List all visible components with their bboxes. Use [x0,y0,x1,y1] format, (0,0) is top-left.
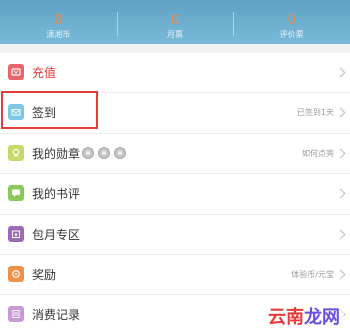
menu-label: 奖励 [32,267,57,282]
watermark-logo: 云南龙网 [264,303,344,329]
menu-label: 我的勋章 [32,146,81,161]
medal-badge-icon [82,146,94,159]
chat-icon [8,185,24,202]
signin-status: 已签到1天 [296,108,334,118]
stat-value: 0 [287,13,296,28]
medal-badges [82,146,126,159]
stat-label: 评价票 [279,30,304,39]
menu-item-medals[interactable]: 我的勋章 如何点亮 [0,134,350,175]
signin-highlight-box [1,91,98,129]
menu-item-rewards[interactable]: 奖励 体验币/元宝 [0,255,350,296]
chevron-right-icon [335,229,346,240]
stat-value: 0 [54,13,63,28]
stat-xiaoxiang-coins[interactable]: 0 潇湘币 [0,0,117,44]
chevron-right-icon [335,148,346,159]
wallet-icon [8,64,24,80]
menu-item-reviews[interactable]: 我的书评 [0,174,350,215]
menu-item-monthly[interactable]: 包月专区 [0,215,350,255]
how-to-light-link[interactable]: 如何点亮 [302,134,334,174]
stat-value: 0 [170,13,180,28]
chevron-right-icon [335,67,346,78]
gift-icon [8,265,24,282]
medal-badge-icon [98,146,110,159]
medal-icon [8,144,24,161]
receipt-icon [8,306,24,323]
chevron-right-icon [335,107,346,118]
rewards-hint: 体验币/元宝 [291,269,334,279]
stat-monthly-tickets[interactable]: 0 月票 [116,0,234,44]
menu-label: 消费记录 [32,308,81,323]
medal-badge-icon [114,146,126,159]
stat-review-tickets[interactable]: 0 评价票 [233,0,350,44]
stat-label: 月票 [167,30,183,39]
stat-label: 潇湘币 [46,30,71,39]
stats-bar: 0 潇湘币 0 月票 0 评价票 [0,0,350,44]
menu-item-recharge[interactable]: 充值 [0,53,350,94]
chevron-right-icon [335,269,346,280]
menu-label: 充值 [32,66,57,80]
menu-label: 我的书评 [32,187,81,202]
chevron-right-icon [335,188,346,199]
calendar-icon [8,225,24,242]
menu-label: 包月专区 [32,227,81,242]
